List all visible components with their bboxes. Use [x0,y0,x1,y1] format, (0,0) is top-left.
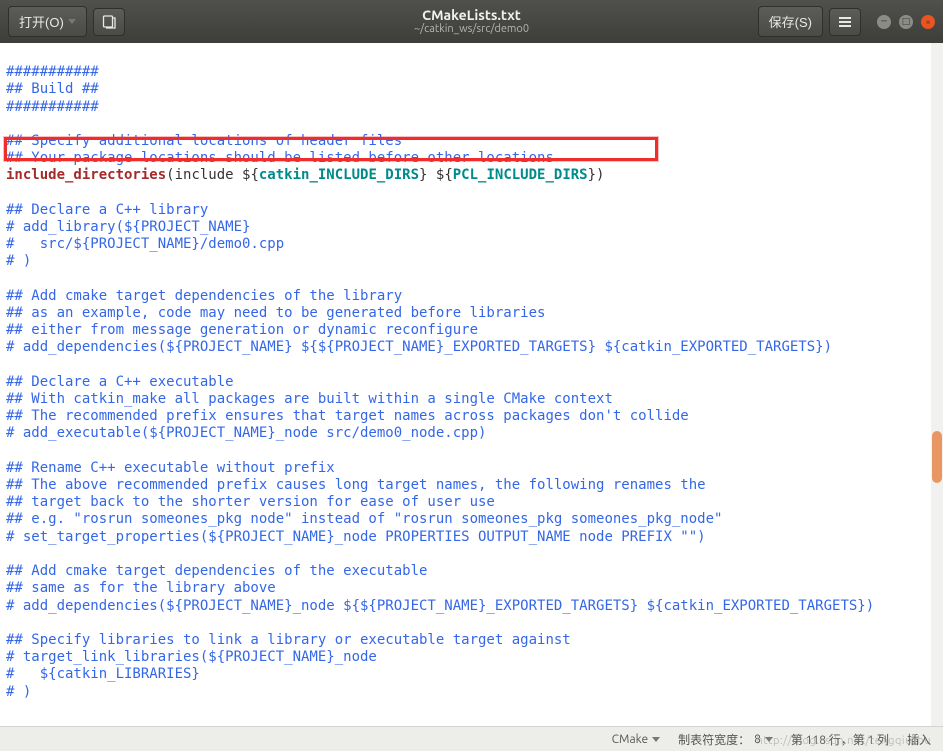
code-token: }) [588,167,605,183]
open-button[interactable]: 打开(O) [8,6,87,37]
code-line: ## Build ## [6,81,99,97]
menu-button[interactable] [829,8,861,36]
chevron-down-icon [652,737,660,742]
window-controls: ─ □ × [877,15,935,29]
code-line: ########### [6,64,99,80]
code-line: ## Rename C++ executable without prefix [6,460,335,476]
code-line: ## either from message generation or dyn… [6,322,478,338]
code-line: # ) [6,684,31,700]
titlebar-right: 保存(S) ─ □ × [758,6,935,37]
code-line: ## The recommended prefix ensures that t… [6,408,689,424]
window-close-button[interactable]: × [921,15,935,29]
code-line: # add_dependencies(${PROJECT_NAME}_node … [6,598,874,614]
code-token: } ${ [419,167,453,183]
statusbar-language[interactable]: CMake [612,733,660,746]
titlebar: 打开(O) CMakeLists.txt ~/catkin_ws/src/dem… [0,0,943,43]
code-line: ## e.g. "rosrun someones_pkg node" inste… [6,511,722,527]
code-token-var: catkin_INCLUDE_DIRS [259,167,419,183]
window-minimize-button[interactable]: ─ [877,15,891,29]
editor-area[interactable]: ########### ## Build ## ########### ## S… [0,43,943,726]
code-line: ## Specify additional locations of heade… [6,133,402,149]
language-label: CMake [612,733,648,746]
code-line: ## Declare a C++ executable [6,374,234,390]
hamburger-icon [837,14,853,30]
code-line: # ${catkin_LIBRARIES} [6,666,200,682]
code-line: ## same as for the library above [6,580,276,596]
code-line: ## With catkin_make all packages are bui… [6,391,613,407]
code-line: ## Declare a C++ library [6,202,208,218]
new-tab-button[interactable] [93,8,125,36]
save-button[interactable]: 保存(S) [758,6,823,37]
code-line: ## Add cmake target dependencies of the … [6,288,402,304]
code-line: # ) [6,253,31,269]
scrollbar-track[interactable] [931,43,943,726]
titlebar-center: CMakeLists.txt ~/catkin_ws/src/demo0 [414,7,529,37]
code-line: ########### [6,99,99,115]
window-subtitle: ~/catkin_ws/src/demo0 [414,23,529,36]
code-line: # target_link_libraries(${PROJECT_NAME}_… [6,649,377,665]
new-tab-icon [101,14,117,30]
window-maximize-button[interactable]: □ [899,15,913,29]
code-token-var: PCL_INCLUDE_DIRS [453,167,588,183]
code-line: # src/${PROJECT_NAME}/demo0.cpp [6,236,284,252]
code-token-func: include_directories [6,167,166,183]
code-line: ## Your package locations should be list… [6,150,554,166]
window-title: CMakeLists.txt [414,7,529,24]
titlebar-left: 打开(O) [8,6,125,37]
code-line: # add_library(${PROJECT_NAME} [6,219,250,235]
code-line: # add_dependencies(${PROJECT_NAME} ${${P… [6,339,832,355]
code-token: (include ${ [166,167,259,183]
code-line: ## Specify libraries to link a library o… [6,632,571,648]
code-line: ## The above recommended prefix causes l… [6,477,706,493]
code-line: # set_target_properties(${PROJECT_NAME}_… [6,529,706,545]
save-label: 保存(S) [769,12,812,31]
open-label: 打开(O) [19,12,64,31]
watermark: http://blog.csdn.net/tengqiuzhu [757,735,931,747]
chevron-down-icon [68,19,76,24]
code-view[interactable]: ########### ## Build ## ########### ## S… [0,43,943,705]
code-line: ## target back to the shorter version fo… [6,494,495,510]
code-line: ## Add cmake target dependencies of the … [6,563,427,579]
code-line: # add_executable(${PROJECT_NAME}_node sr… [6,425,486,441]
tabwidth-label: 制表符宽度： [678,731,750,748]
scrollbar-thumb[interactable] [932,431,942,483]
code-line: ## as an example, code may need to be ge… [6,305,545,321]
